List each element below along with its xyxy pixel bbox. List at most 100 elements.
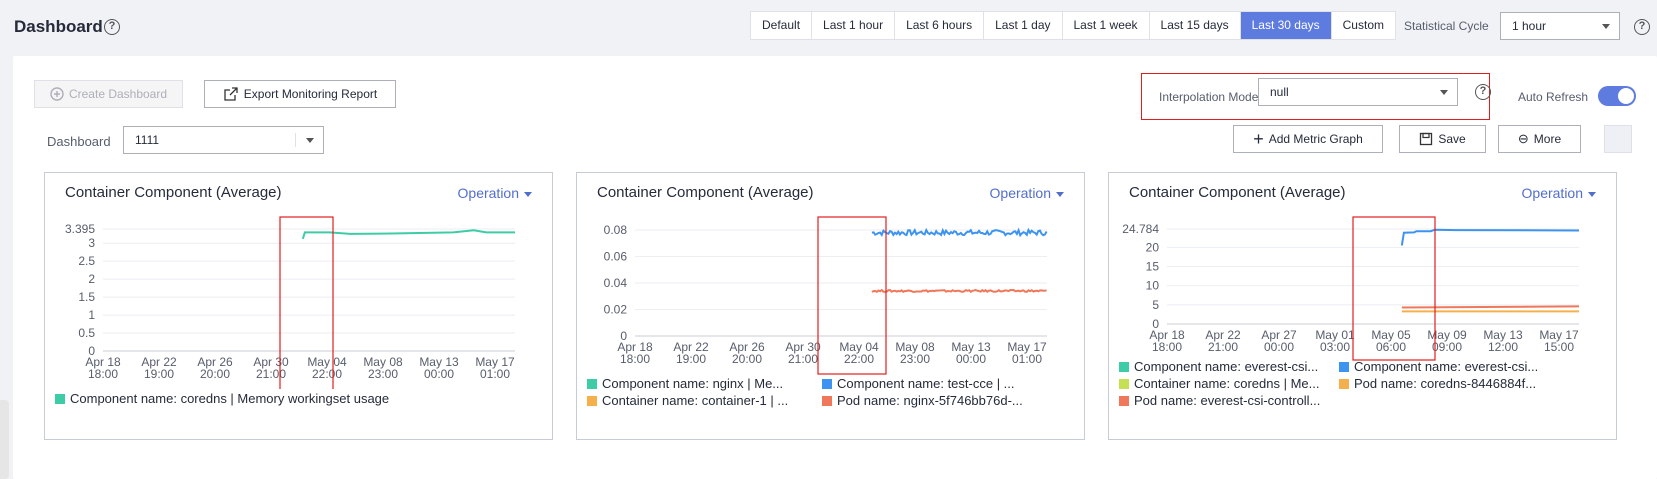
x-tick-label: 06:00	[1376, 340, 1406, 354]
legend-label: Component name: test-cce | ...	[837, 376, 1015, 391]
card-title: Container Component (Average)	[597, 184, 814, 201]
x-tick-label: 22:00	[844, 352, 874, 366]
x-tick-label: 15:00	[1544, 340, 1574, 354]
more-icon: ⊖	[1517, 131, 1529, 146]
x-tick-label: 19:00	[144, 367, 174, 381]
metric-card: Container Component (Average) Operation …	[576, 172, 1085, 440]
time-range-last-1-week[interactable]: Last 1 week	[1063, 12, 1150, 39]
x-tick-label: 00:00	[424, 367, 454, 381]
legend-swatch	[587, 395, 597, 406]
metric-card: Container Component (Average) Operation …	[1108, 172, 1617, 440]
y-tick-label: 20	[1146, 240, 1160, 254]
series-line	[1401, 305, 1580, 309]
y-tick-label: 0.04	[604, 276, 628, 290]
legend-swatch	[822, 378, 832, 389]
interpolation-value: null	[1270, 85, 1289, 99]
chevron-down-icon	[1602, 24, 1610, 29]
select-divider	[295, 133, 296, 147]
y-tick-label: 3.395	[65, 222, 95, 236]
toggle-knob	[1618, 88, 1634, 104]
x-tick-label: 21:00	[788, 352, 818, 366]
interpolation-label: Interpolation Mode	[1159, 90, 1259, 104]
card-title: Container Component (Average)	[1129, 184, 1346, 201]
x-tick-label: 12:00	[1488, 340, 1518, 354]
operation-dropdown[interactable]: Operation	[1522, 185, 1596, 201]
series-line	[1400, 228, 1580, 246]
add-metric-graph-button[interactable]: + Add Metric Graph	[1233, 125, 1383, 153]
legend-item[interactable]: Component name: test-cce | ...	[822, 376, 1015, 391]
create-dashboard-button[interactable]: Create Dashboard	[34, 80, 183, 108]
x-tick-label: 00:00	[1264, 340, 1294, 354]
chevron-down-icon	[1440, 90, 1448, 95]
x-tick-label: 23:00	[900, 352, 930, 366]
save-button[interactable]: Save	[1399, 125, 1486, 153]
legend-item[interactable]: Component name: everest-csi...	[1339, 359, 1538, 374]
x-tick-label: 21:00	[256, 367, 286, 381]
time-range-last-1-hour[interactable]: Last 1 hour	[812, 12, 896, 39]
more-button[interactable]: ⊖ More	[1498, 125, 1581, 153]
y-tick-label: 2.5	[78, 254, 95, 268]
time-range-last-1-day[interactable]: Last 1 day	[984, 12, 1063, 39]
legend-label: Component name: coredns | Memory working…	[70, 391, 390, 406]
statistical-cycle-value: 1 hour	[1512, 19, 1547, 33]
y-tick-label: 0.02	[604, 303, 628, 317]
legend-swatch	[1119, 361, 1129, 372]
y-tick-label: 0.06	[604, 250, 628, 264]
legend-item[interactable]: Pod name: nginx-5f746bb76d-...	[822, 393, 1023, 408]
series-line	[871, 288, 1047, 294]
time-range-last-15-days[interactable]: Last 15 days	[1150, 12, 1241, 39]
legend-item[interactable]: Component name: coredns | Memory working…	[55, 391, 389, 406]
y-tick-label: 2	[88, 272, 95, 286]
operation-dropdown[interactable]: Operation	[458, 185, 532, 201]
time-range-default[interactable]: Default	[751, 12, 813, 39]
x-tick-label: 18:00	[620, 352, 650, 366]
y-tick-label: 15	[1146, 260, 1160, 274]
help-icon[interactable]: ?	[104, 19, 120, 35]
export-report-label: Export Monitoring Report	[243, 87, 378, 101]
legend-item[interactable]: Pod name: coredns-8446884f...	[1339, 376, 1536, 391]
dashboard-select[interactable]: 1111	[123, 126, 324, 154]
legend-item[interactable]: Component name: everest-csi...	[1119, 359, 1318, 374]
export-report-button[interactable]: Export Monitoring Report	[204, 80, 396, 108]
auto-refresh-label: Auto Refresh	[1518, 90, 1589, 104]
legend-swatch	[55, 393, 65, 404]
operation-dropdown[interactable]: Operation	[990, 185, 1064, 201]
fullscreen-button[interactable]	[1604, 125, 1632, 153]
metric-card: Container Component (Average) Operation …	[44, 172, 553, 440]
statistical-cycle-label: Statistical Cycle	[1404, 19, 1489, 33]
statistical-cycle-select[interactable]: 1 hour	[1500, 12, 1620, 40]
dashboard-value: 1111	[135, 133, 160, 147]
time-range-custom[interactable]: Custom	[1332, 12, 1395, 39]
legend-item[interactable]: Container name: coredns | Me...	[1119, 376, 1319, 391]
legend-item[interactable]: Container name: container-1 | ...	[587, 393, 788, 408]
side-panel-handle[interactable]	[0, 400, 9, 479]
time-range-selector: Default Last 1 hour Last 6 hours Last 1 day…	[750, 11, 1396, 40]
series-line	[871, 227, 1048, 238]
y-tick-label: 5	[1152, 298, 1159, 312]
x-tick-label: 20:00	[200, 367, 230, 381]
add-circle-icon	[50, 87, 64, 101]
legend-swatch	[822, 395, 832, 406]
auto-refresh-toggle[interactable]	[1598, 86, 1636, 106]
legend-label: Component name: nginx | Me...	[602, 376, 784, 391]
create-dashboard-label: Create Dashboard	[68, 87, 168, 101]
time-range-last-6-hours[interactable]: Last 6 hours	[895, 12, 985, 39]
help-icon[interactable]: ?	[1475, 84, 1491, 100]
save-icon	[1420, 132, 1433, 146]
y-tick-label: 0.08	[604, 223, 628, 237]
interpolation-select[interactable]: null	[1258, 78, 1458, 106]
legend-label: Container name: container-1 | ...	[602, 393, 789, 408]
legend-label: Component name: everest-csi...	[1134, 359, 1319, 374]
legend-swatch	[1339, 361, 1349, 372]
time-range-last-30-days[interactable]: Last 30 days	[1240, 12, 1332, 39]
card-title: Container Component (Average)	[65, 184, 282, 201]
help-icon[interactable]: ?	[1634, 19, 1650, 35]
x-tick-label: 01:00	[480, 367, 510, 381]
y-tick-label: 10	[1146, 279, 1160, 293]
dashboard-label: Dashboard	[47, 134, 111, 149]
legend-item[interactable]: Component name: nginx | Me...	[587, 376, 783, 391]
legend-swatch	[1339, 378, 1349, 389]
save-label: Save	[1438, 132, 1466, 146]
legend-item[interactable]: Pod name: everest-csi-controll...	[1119, 393, 1320, 408]
y-tick-label: 1.5	[78, 290, 95, 304]
